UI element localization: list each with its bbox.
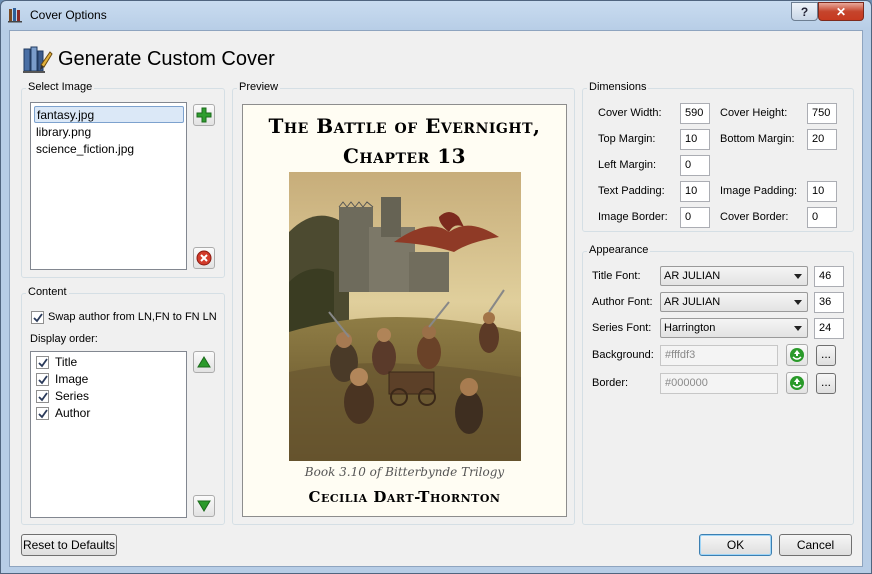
recycle-icon [790, 376, 804, 390]
background-color-field: #fffdf3 [660, 345, 778, 366]
left-margin-label: Left Margin: [598, 159, 657, 171]
move-down-button[interactable] [193, 495, 215, 517]
checkmark-icon [37, 408, 48, 418]
swap-author-label: Swap author from LN,FN to FN LN [48, 311, 217, 323]
image-padding-label: Image Padding: [720, 185, 798, 197]
arrow-down-icon [197, 500, 211, 512]
series-font-value: Harrington [664, 322, 716, 334]
title-font-select[interactable]: AR JULIAN [660, 266, 808, 286]
image-border-label: Image Border: [598, 211, 668, 223]
bottom-margin-field[interactable]: 20 [807, 129, 837, 150]
text-padding-label: Text Padding: [598, 185, 665, 197]
list-item[interactable]: library.png [34, 124, 184, 141]
cover-title-line2: Chapter 13 [342, 144, 467, 168]
order-item-author: Author [55, 406, 91, 420]
left-margin-field[interactable]: 0 [680, 155, 710, 176]
reset-background-button[interactable] [786, 344, 808, 366]
series-font-label: Series Font: [592, 322, 652, 334]
order-item-title: Title [55, 355, 78, 369]
cover-series-text: Book 3.10 of Bitterbynde Trilogy [304, 465, 505, 479]
author-font-label: Author Font: [592, 296, 653, 308]
plus-icon [196, 107, 212, 123]
text-padding-field[interactable]: 10 [680, 181, 710, 202]
select-image-label: Select Image [26, 81, 95, 93]
order-item-image: Image [55, 372, 89, 386]
window-title: Cover Options [30, 8, 107, 22]
cover-artwork [289, 172, 521, 461]
order-checkbox-image[interactable] [36, 373, 49, 386]
display-order-list[interactable]: Title Image Series Author [30, 351, 187, 518]
top-margin-label: Top Margin: [598, 133, 656, 145]
title-font-size-field[interactable]: 46 [814, 266, 844, 287]
dialog-client-area: Generate Custom Cover Select Image fanta… [9, 30, 863, 567]
move-up-button[interactable] [193, 351, 215, 373]
cover-title-line1: The Battle of Evernight, [268, 114, 541, 138]
image-file-list[interactable]: fantasy.jpg library.png science_fiction.… [30, 102, 187, 270]
add-image-button[interactable] [193, 104, 215, 126]
chevron-down-icon [794, 326, 802, 331]
remove-image-button[interactable] [193, 247, 215, 269]
books-icon [8, 8, 22, 23]
checkmark-icon [32, 312, 43, 322]
books-paint-icon [23, 46, 53, 73]
browse-border-button[interactable]: ... [816, 373, 836, 394]
cover-border-label: Cover Border: [720, 211, 789, 223]
title-font-label: Title Font: [592, 270, 641, 282]
reset-to-defaults-button[interactable]: Reset to Defaults [21, 534, 117, 556]
cover-width-field[interactable]: 590 [680, 103, 710, 124]
list-item[interactable]: science_fiction.jpg [34, 141, 184, 158]
author-font-value: AR JULIAN [664, 296, 721, 308]
cover-author-text: Cecilia Dart-Thornton [308, 488, 501, 506]
cover-height-label: Cover Height: [720, 107, 788, 119]
reset-border-button[interactable] [786, 372, 808, 394]
help-button[interactable]: ? [791, 2, 818, 21]
browse-background-button[interactable]: ... [816, 345, 836, 366]
order-checkbox-title[interactable] [36, 356, 49, 369]
swap-author-checkbox[interactable] [31, 311, 44, 324]
top-margin-field[interactable]: 10 [680, 129, 710, 150]
order-checkbox-series[interactable] [36, 390, 49, 403]
title-bar: Cover Options ? ✕ [1, 1, 871, 29]
list-item[interactable]: fantasy.jpg [34, 106, 184, 123]
background-label: Background: [592, 349, 654, 361]
series-font-size-field[interactable]: 24 [814, 318, 844, 339]
dimensions-label: Dimensions [587, 81, 649, 93]
display-order-label: Display order: [30, 333, 98, 345]
order-item-series: Series [55, 389, 90, 403]
checkmark-icon [37, 391, 48, 401]
title-font-value: AR JULIAN [664, 270, 721, 282]
cover-preview: The Battle of Evernight, Chapter 13 Book… [242, 104, 567, 517]
bottom-margin-label: Bottom Margin: [720, 133, 795, 145]
cancel-button[interactable]: Cancel [779, 534, 852, 556]
cover-height-field[interactable]: 750 [807, 103, 837, 124]
close-button[interactable]: ✕ [818, 2, 864, 21]
cover-border-field[interactable]: 0 [807, 207, 837, 228]
order-checkbox-author[interactable] [36, 407, 49, 420]
preview-label: Preview [237, 81, 281, 93]
border-label: Border: [592, 377, 629, 389]
appearance-label: Appearance [587, 244, 651, 256]
author-font-size-field[interactable]: 36 [814, 292, 844, 313]
author-font-select[interactable]: AR JULIAN [660, 292, 808, 312]
cover-options-window: Cover Options ? ✕ Generate Custom Cover … [0, 0, 872, 574]
series-font-select[interactable]: Harrington [660, 318, 808, 338]
image-padding-field[interactable]: 10 [807, 181, 837, 202]
chevron-down-icon [794, 300, 802, 305]
fantasy-battle-illustration [289, 172, 521, 461]
content-label: Content [26, 286, 69, 298]
chevron-down-icon [794, 274, 802, 279]
border-color-field: #000000 [660, 373, 778, 394]
arrow-up-icon [197, 356, 211, 368]
cover-width-label: Cover Width: [598, 107, 662, 119]
checkmark-icon [37, 374, 48, 384]
image-border-field[interactable]: 0 [680, 207, 710, 228]
remove-icon [196, 250, 212, 266]
recycle-icon [790, 348, 804, 362]
page-title: Generate Custom Cover [58, 48, 275, 70]
ok-button[interactable]: OK [699, 534, 772, 556]
checkmark-icon [37, 357, 48, 367]
